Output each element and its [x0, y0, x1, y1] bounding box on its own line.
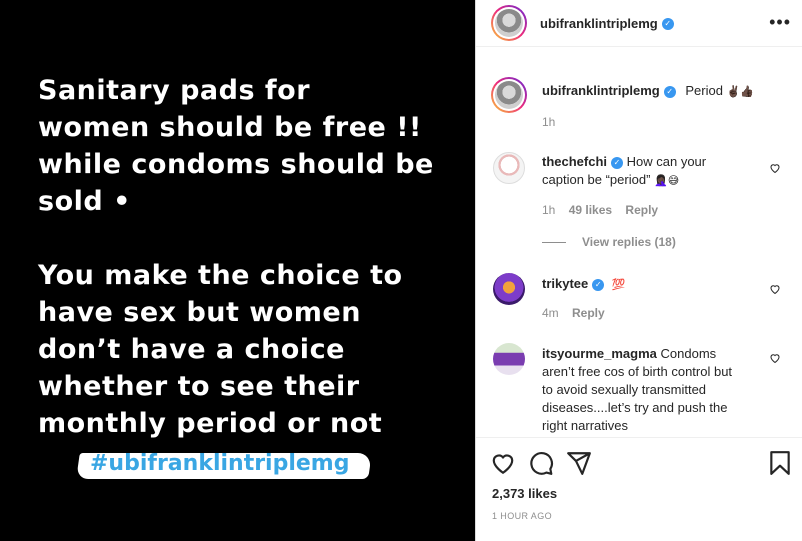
verified-icon: ✓ [661, 17, 674, 30]
likes-count[interactable]: 2,373 likes [492, 486, 557, 501]
caption-text: Period [685, 83, 723, 98]
post-image-text: Sanitary pads for women should be free !… [38, 72, 468, 479]
reply-button[interactable]: Reply [625, 203, 658, 217]
comment-emojis: 🤦🏿‍♀️😅 [654, 174, 680, 187]
share-icon[interactable] [566, 450, 592, 476]
caption-avatar[interactable] [491, 77, 527, 113]
bookmark-icon[interactable] [767, 450, 793, 476]
caption-emojis: ✌🏿👍🏿 [726, 85, 754, 98]
comment-avatar[interactable] [493, 343, 525, 375]
more-horizontal-icon[interactable]: ••• [769, 12, 791, 33]
view-replies-button[interactable]: View replies (18) [542, 235, 676, 249]
comment-username[interactable]: thechefchi [542, 154, 607, 169]
comment-username[interactable]: itsyourme_magma [542, 346, 657, 361]
reply-button[interactable]: Reply [572, 306, 605, 320]
comment-avatar[interactable] [493, 273, 525, 305]
post-paragraph-2: You make the choice to have sex but wome… [38, 260, 403, 439]
header-user: ubifranklintriplemg ✓ [540, 15, 674, 33]
verified-icon: ✓ [611, 156, 624, 169]
post-time[interactable]: 1 HOUR AGO [492, 511, 552, 521]
comment-meta: 1h 49 likes Reply [542, 203, 668, 217]
heart-icon[interactable] [769, 283, 781, 295]
comment-username[interactable]: trikytee [542, 276, 588, 291]
heart-icon[interactable] [769, 162, 781, 174]
comment-meta: 4m Reply [542, 306, 615, 320]
post-image[interactable]: Sanitary pads for women should be free !… [0, 0, 475, 541]
post-header: ubifranklintriplemg ✓ ••• [476, 0, 802, 47]
avatar[interactable] [491, 5, 527, 41]
caption-meta: 1h [542, 115, 565, 129]
replies-divider [542, 242, 566, 244]
like-heart-icon[interactable] [490, 450, 516, 476]
comment-text-row: itsyourme_magma Condoms aren’t free cos … [542, 345, 737, 435]
post-paragraph-1: Sanitary pads for women should be free !… [38, 75, 434, 217]
comment-icon[interactable] [528, 450, 554, 476]
caption-text-row: ubifranklintriplemg ✓ Period ✌🏿👍🏿 [542, 82, 754, 101]
heart-icon[interactable] [769, 352, 781, 364]
comment-time[interactable]: 4m [542, 306, 559, 320]
verified-icon: ✓ [663, 85, 676, 98]
post-side-panel: ubifranklintriplemg ✓ ••• ubifranklintrip… [475, 0, 802, 541]
hashtag-banner: #ubifranklintriplemg [76, 449, 372, 483]
comment-avatar[interactable] [493, 152, 525, 184]
comment-likes[interactable]: 49 likes [569, 203, 612, 217]
caption-time[interactable]: 1h [542, 115, 555, 129]
view-replies-label: View replies (18) [582, 235, 676, 249]
comment-text-row: trikytee ✓ 💯 [542, 275, 626, 294]
comment-time[interactable]: 1h [542, 203, 555, 217]
comment-emojis: 💯 [611, 278, 626, 291]
post-hashtag: #ubifranklintriplemg [90, 451, 350, 476]
comment-text-row: thechefchi ✓ How can your caption be “per… [542, 153, 732, 190]
post-actions: 2,373 likes 1 HOUR AGO [476, 437, 802, 541]
verified-icon: ✓ [592, 278, 605, 291]
caption-username[interactable]: ubifranklintriplemg [542, 83, 660, 98]
header-username[interactable]: ubifranklintriplemg [540, 16, 658, 31]
